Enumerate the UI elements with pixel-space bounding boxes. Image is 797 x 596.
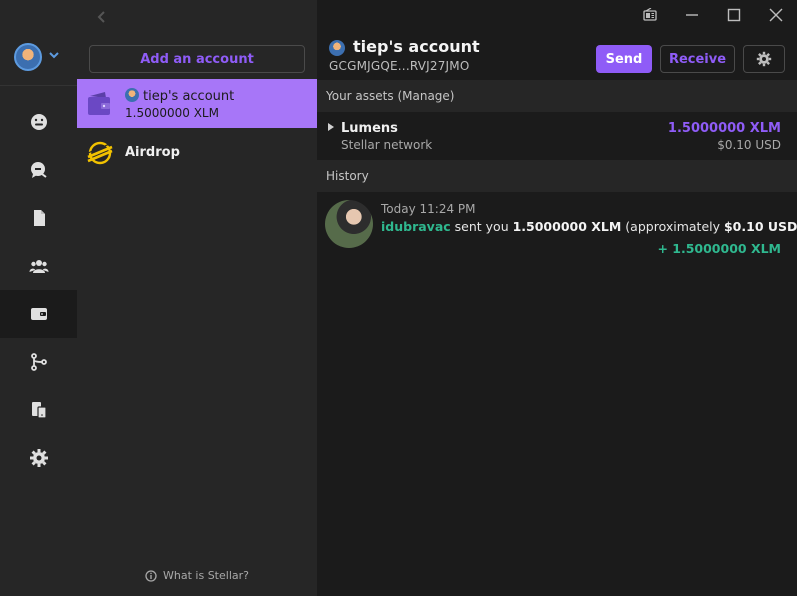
assets-section-header[interactable]: Your assets (Manage): [317, 80, 797, 112]
airdrop-label: Airdrop: [125, 145, 180, 160]
close-button[interactable]: [755, 0, 797, 30]
asset-row-lumens[interactable]: Lumens Stellar network 1.5000000 XLM $0.…: [317, 112, 797, 158]
radio-button[interactable]: [629, 0, 671, 30]
gear-icon: [756, 51, 772, 67]
user-switcher[interactable]: [14, 43, 60, 71]
asset-amount: 1.5000000 XLM: [667, 121, 781, 136]
rail-item-teams[interactable]: [0, 242, 77, 290]
asset-network: Stellar network: [341, 138, 433, 152]
account-address: GCGMJGQE...RVJ27JMO: [329, 59, 470, 73]
accounts-panel: Add an account tiep's account 1.5000000 …: [77, 0, 317, 596]
asset-name: Lumens: [341, 121, 398, 136]
avatar: [329, 40, 345, 56]
account-balance: 1.5000000 XLM: [125, 106, 219, 120]
sender-username[interactable]: idubravac: [381, 219, 451, 234]
devices-icon: [31, 402, 47, 419]
page-title: tiep's account: [353, 37, 480, 56]
radio-icon: [643, 8, 657, 21]
rail-item-git[interactable]: [0, 338, 77, 386]
account-item-tiep[interactable]: tiep's account 1.5000000 XLM: [77, 79, 317, 128]
account-detail-panel: tiep's account GCGMJGQE...RVJ27JMO Send …: [317, 0, 797, 596]
caret-right-icon[interactable]: [327, 122, 335, 132]
rail-item-chat[interactable]: [0, 146, 77, 194]
window-controls: [629, 0, 797, 30]
close-icon: [769, 8, 783, 22]
chat-icon: [30, 162, 47, 178]
rail-item-people[interactable]: [0, 98, 77, 146]
account-settings-button[interactable]: [743, 45, 785, 73]
what-is-stellar-link[interactable]: What is Stellar?: [77, 569, 317, 582]
avatar: [125, 88, 139, 102]
smiley-icon: [30, 114, 47, 130]
rail-item-files[interactable]: [0, 194, 77, 242]
add-account-button[interactable]: Add an account: [89, 45, 305, 73]
wallet-icon: [88, 92, 110, 115]
history-section-header: History: [317, 160, 797, 192]
maximize-icon: [727, 8, 741, 22]
airdrop-item[interactable]: Airdrop: [77, 128, 317, 178]
history-timestamp: Today 11:24 PM: [381, 202, 476, 216]
send-button[interactable]: Send: [596, 45, 652, 73]
rail-item-settings[interactable]: [0, 434, 77, 482]
maximize-button[interactable]: [713, 0, 755, 30]
rail-divider: [0, 85, 77, 86]
file-icon: [33, 210, 45, 226]
info-icon: [145, 569, 157, 582]
sender-avatar[interactable]: [325, 200, 373, 248]
asset-usd-value: $0.10 USD: [717, 138, 781, 152]
minimize-icon: [686, 14, 698, 16]
people-icon: [29, 260, 48, 273]
back-chevron-icon[interactable]: [95, 10, 109, 24]
rail-item-wallet[interactable]: [0, 290, 77, 338]
wallet-icon: [30, 308, 47, 320]
rail-item-devices[interactable]: [0, 386, 77, 434]
git-branch-icon: [30, 353, 47, 371]
avatar: [14, 43, 42, 71]
stellar-logo-icon: [87, 141, 113, 165]
receive-button[interactable]: Receive: [660, 45, 735, 73]
gear-icon: [29, 449, 48, 467]
history-amount-delta: + 1.5000000 XLM: [657, 241, 781, 256]
chevron-down-icon: [49, 52, 59, 59]
nav-rail: [0, 0, 77, 596]
account-name: tiep's account: [125, 88, 234, 104]
minimize-button[interactable]: [671, 0, 713, 30]
history-message: idubravac sent you 1.5000000 XLM (approx…: [381, 219, 797, 234]
